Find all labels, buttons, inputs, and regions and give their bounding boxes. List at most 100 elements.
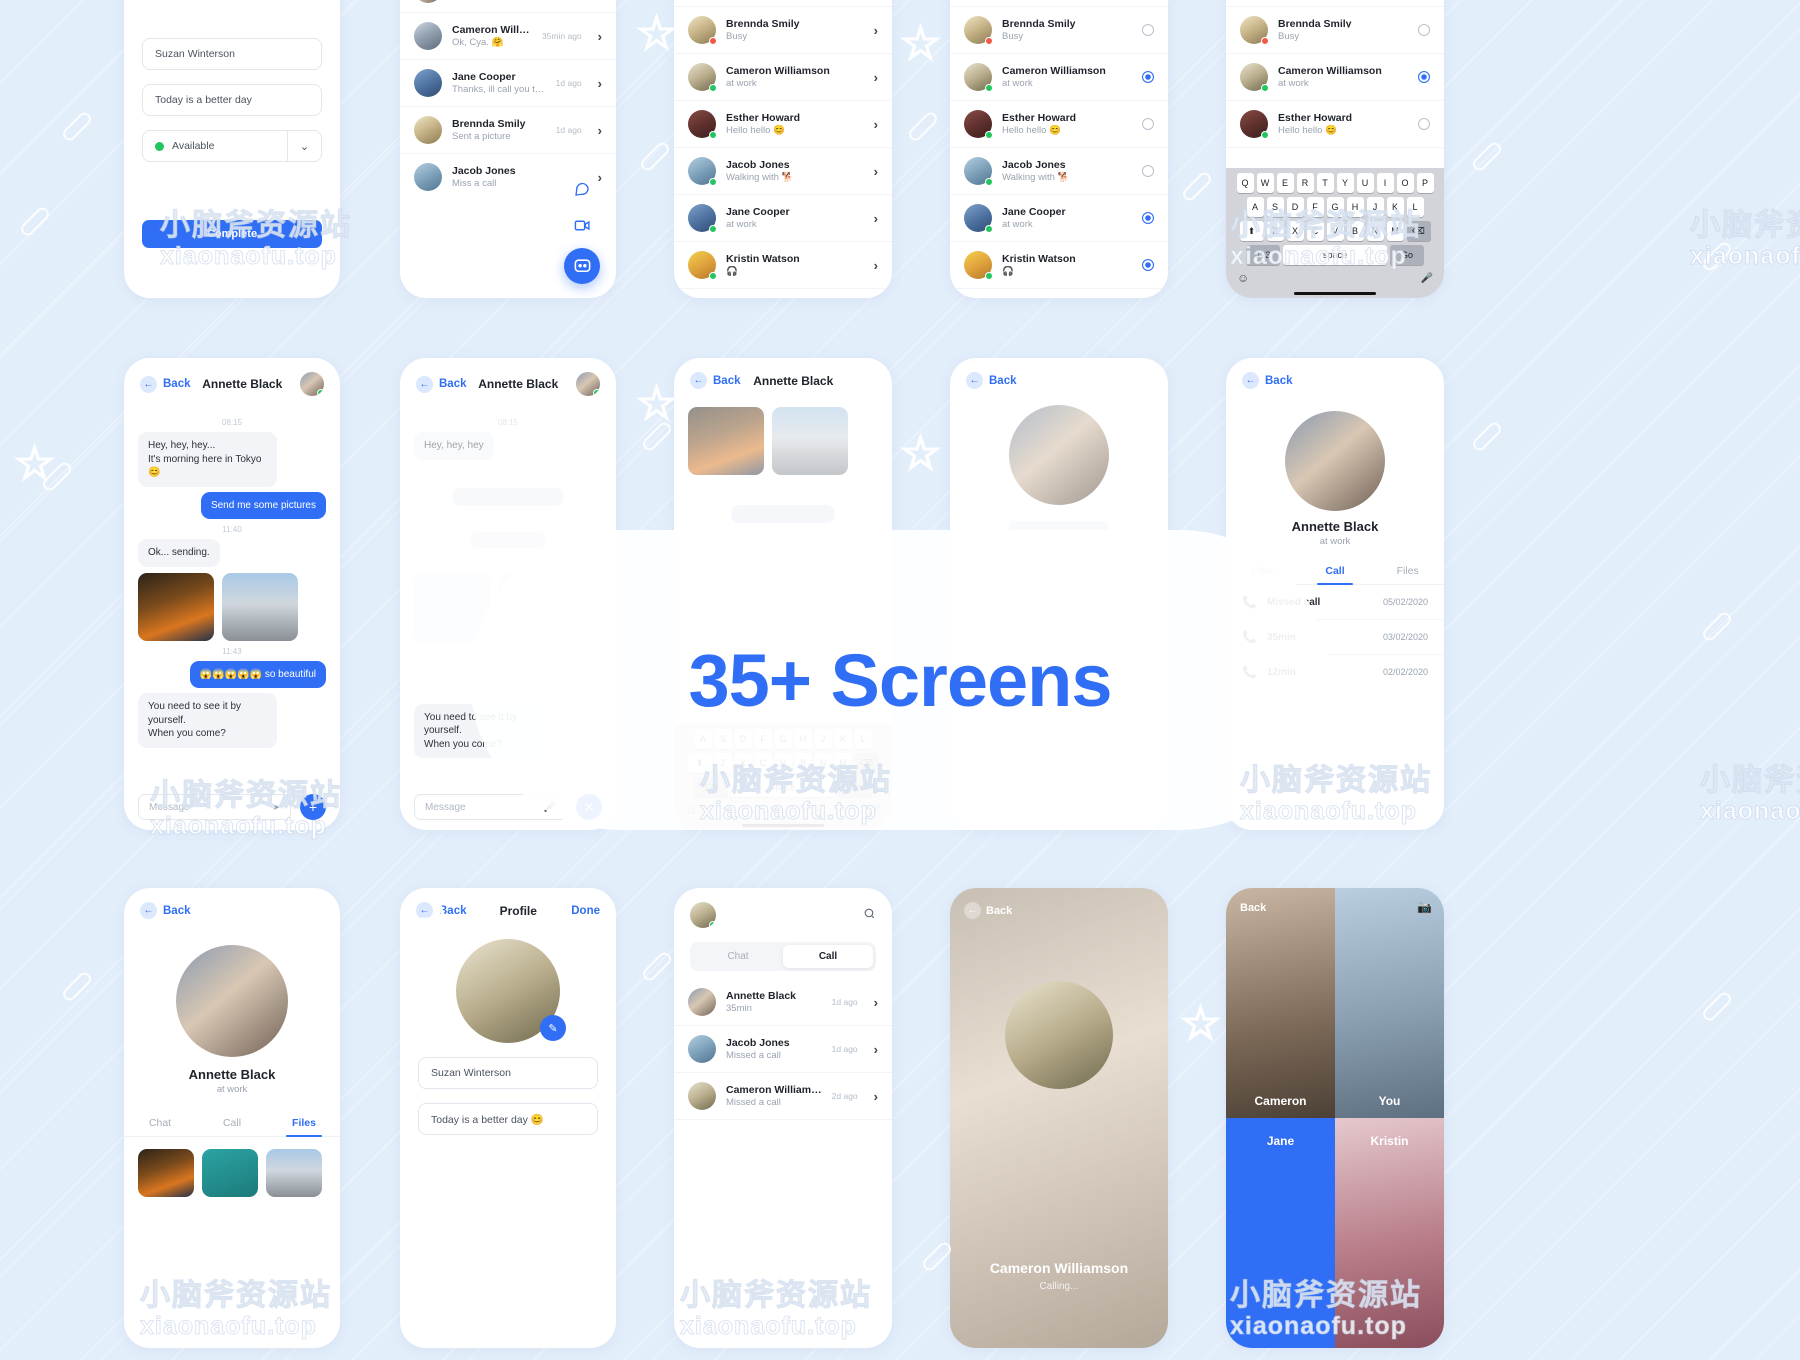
key-i[interactable]: I [1376,173,1394,193]
emoji-icon[interactable]: ☺ [1237,271,1249,285]
list-item[interactable]: Cameron Williamson at work [1226,54,1444,101]
chevron-down-icon[interactable]: ⌄ [287,131,321,161]
camera-icon[interactable]: 📷 [1417,900,1432,914]
list-item[interactable]: Esther Howard Hello hello 😊 [950,101,1168,148]
status-field[interactable]: Today is a better day 😊 [418,1103,598,1135]
list-item[interactable]: Cameron Williamson at work [950,54,1168,101]
select-radio[interactable] [1418,71,1430,83]
message-input[interactable]: Message ➤ [138,794,291,820]
tab-call[interactable]: Call [1299,559,1372,585]
key-m[interactable]: M [1386,221,1404,241]
back-button[interactable]: ← Back [140,375,191,393]
list-item[interactable]: Jane Cooper at work › [674,195,892,242]
key-x[interactable]: X [1286,221,1304,241]
edit-avatar-button[interactable]: ✎ [540,1015,566,1041]
key-d[interactable]: D [1286,197,1304,217]
back-button[interactable]: Back [1240,902,1266,914]
back-button[interactable]: ← Back [690,372,741,389]
select-radio[interactable] [1142,165,1154,177]
list-item[interactable]: Jane Cooper Thanks, ill call you there. … [400,60,616,107]
shift-key[interactable]: ⬆ [1239,221,1264,241]
list-item[interactable]: Kristin Watson 🎧 [950,242,1168,289]
complete-button[interactable]: Complete [142,220,322,248]
key-f[interactable]: F [1306,197,1324,217]
segment-chat[interactable]: Chat [693,945,783,968]
key-r[interactable]: R [1296,173,1314,193]
key-h[interactable]: H [1346,197,1364,217]
video-tile[interactable]: Jane [1226,1118,1335,1348]
select-radio[interactable] [1142,24,1154,36]
numbers-key[interactable]: 123 [1246,245,1280,265]
key-k[interactable]: K [1386,197,1404,217]
list-item[interactable]: Esther Howard Hello hello 😊 [1226,101,1444,148]
list-item[interactable]: Brennda Smily Sent a picture 1d ago › [400,107,616,154]
compose-fab[interactable] [564,248,600,284]
list-item[interactable]: Esther Howard Hello hello 😊 › [674,101,892,148]
key-g[interactable]: G [1326,197,1344,217]
avatar[interactable] [576,372,600,396]
key-a[interactable]: A [1246,197,1264,217]
video-tile[interactable]: Kristin [1335,1118,1444,1348]
back-button[interactable]: ← Back [966,372,1017,389]
photo-thumbnail[interactable] [138,572,214,641]
list-item[interactable]: at work [1226,0,1444,7]
list-item[interactable]: Brennda Smily Busy › [674,7,892,54]
photo-thumbnail[interactable] [688,407,764,475]
list-item[interactable]: at work [950,0,1168,7]
key-t[interactable]: T [1316,173,1334,193]
file-thumbnail[interactable] [138,1149,194,1197]
name-field[interactable]: Suzan Winterson [418,1057,598,1089]
list-item[interactable]: at work › [674,0,892,7]
video-tile[interactable]: 📷 You [1335,888,1444,1118]
avatar[interactable] [300,372,324,396]
availability-select[interactable]: Available ⌄ [142,130,322,162]
done-button[interactable]: Done [571,905,600,917]
avatar[interactable] [690,902,716,928]
list-item[interactable]: Brennda Smily Busy [1226,7,1444,54]
go-key[interactable]: Go [1390,245,1424,265]
list-item[interactable]: Jacob Jones Walking with 🐕 › [674,148,892,195]
status-field[interactable]: Today is a better day [142,84,322,116]
key-c[interactable]: C [1306,221,1324,241]
list-item[interactable]: Jane Cooper at work [950,195,1168,242]
key-u[interactable]: U [1356,173,1374,193]
key-j[interactable]: J [1366,197,1384,217]
tab-files[interactable]: Files [1371,559,1444,584]
search-icon[interactable] [863,907,876,923]
key-o[interactable]: O [1396,173,1414,193]
list-item[interactable]: Jacob Jones Missed a call 1d ago › [674,1026,892,1073]
list-item[interactable]: Cameron Williamson at work › [674,54,892,101]
video-tile[interactable]: Back Cameron [1226,888,1335,1118]
list-item[interactable]: Kristin Watson 🎧 › [674,242,892,289]
back-button[interactable]: ← Back [1242,372,1293,389]
space-key[interactable]: space [1283,245,1387,265]
select-radio[interactable] [1142,71,1154,83]
file-thumbnail[interactable] [266,1149,322,1197]
key-p[interactable]: P [1416,173,1434,193]
key-v[interactable]: V [1326,221,1344,241]
list-item[interactable]: Cameron Williamson Ok, Cya. 🤗 35min ago … [400,13,616,60]
key-w[interactable]: W [1256,173,1274,193]
list-item[interactable]: Jacob Jones Walking with 🐕 [950,148,1168,195]
key-y[interactable]: Y [1336,173,1354,193]
photo-thumbnail[interactable] [772,407,848,475]
list-item[interactable]: Brb, watch some Dark here › [400,0,616,13]
select-radio[interactable] [1142,118,1154,130]
select-radio[interactable] [1142,212,1154,224]
key-q[interactable]: Q [1236,173,1254,193]
microphone-icon[interactable]: 🎤 [1421,273,1433,284]
name-field[interactable]: Suzan Winterson [142,38,322,70]
key-n[interactable]: N [1366,221,1384,241]
add-attachment-button[interactable]: + [300,794,326,820]
key-l[interactable]: L [1406,197,1424,217]
list-item[interactable]: Brennda Smily Busy [950,7,1168,54]
back-button[interactable]: ← Back [964,902,1012,919]
new-chat-fab[interactable] [569,176,595,202]
back-button[interactable]: ← Back [416,375,467,393]
send-arrow-icon[interactable]: ➤ [272,802,280,813]
tab-call[interactable]: Call [196,1111,268,1136]
back-button[interactable]: ← Back [140,902,191,919]
key-s[interactable]: S [1266,197,1284,217]
tab-files[interactable]: Files [268,1111,340,1137]
video-call-fab[interactable] [569,212,595,238]
